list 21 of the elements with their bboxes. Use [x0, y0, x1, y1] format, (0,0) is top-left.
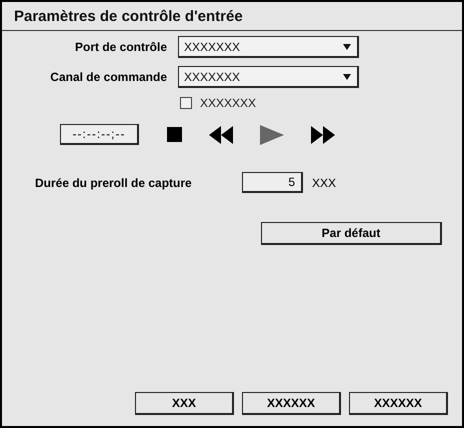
checkbox-label: XXXXXXX [200, 96, 256, 110]
window-title: Paramètres de contrôle d'entrée [14, 8, 243, 24]
dialog-button[interactable]: XXXXXX [242, 392, 341, 415]
timecode-field[interactable]: --:--:--;-- [60, 124, 139, 145]
preroll-field[interactable]: 5 [242, 172, 303, 193]
default-button[interactable]: Par défaut [261, 222, 442, 245]
play-icon [260, 124, 284, 144]
unit-label: XXX [312, 176, 336, 190]
fast-forward-icon [311, 126, 335, 144]
caret-icon [343, 74, 351, 80]
stop-icon [167, 127, 182, 142]
field-label: Port de contrôle [74, 40, 167, 54]
rewind-icon [209, 126, 233, 144]
dropdown[interactable]: XXXXXXX [178, 66, 359, 88]
preroll-label: Durée du preroll de capture [35, 176, 193, 190]
caret-icon [343, 44, 351, 50]
dropdown[interactable]: XXXXXXX [178, 36, 359, 58]
dialog-button[interactable]: XXXXXX [349, 392, 448, 415]
field-label: Canal de commande [49, 70, 167, 84]
checkbox[interactable] [180, 97, 192, 109]
dialog-button[interactable]: XXX [135, 392, 234, 415]
